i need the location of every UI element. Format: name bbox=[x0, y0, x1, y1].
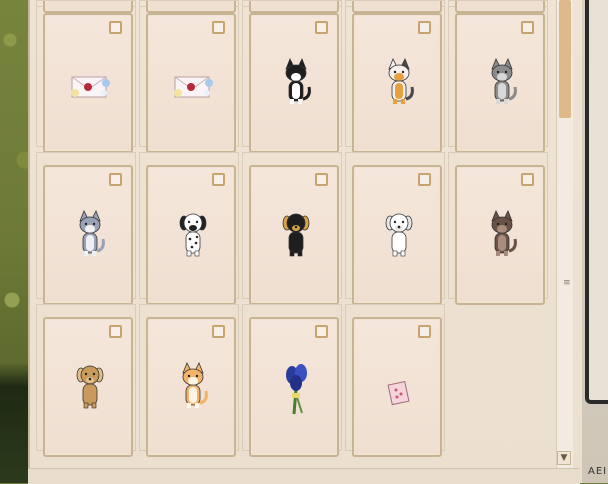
inventory-slot[interactable] bbox=[36, 304, 136, 457]
item-card[interactable] bbox=[43, 317, 133, 457]
inventory-slot[interactable] bbox=[36, 152, 136, 305]
inventory-slot[interactable] bbox=[242, 304, 342, 457]
orange-cat-icon bbox=[173, 359, 213, 419]
dalmatian-dog-icon bbox=[173, 207, 213, 267]
scroll-thumb[interactable] bbox=[559, 0, 571, 118]
scroll-grip-icon[interactable]: ≡ bbox=[563, 278, 571, 288]
inventory-slot[interactable] bbox=[345, 304, 445, 457]
tan-dog-icon bbox=[70, 359, 110, 419]
select-checkbox[interactable] bbox=[418, 21, 431, 34]
tabby-cat-icon bbox=[482, 55, 522, 115]
black-white-cat-icon bbox=[276, 55, 316, 115]
item-card[interactable] bbox=[352, 13, 442, 153]
item-card[interactable] bbox=[455, 13, 545, 153]
inventory-slot[interactable] bbox=[448, 152, 548, 305]
side-panel-label: AEI bbox=[588, 466, 608, 477]
inventory-slot[interactable] bbox=[139, 304, 239, 457]
side-panel-frame bbox=[585, 0, 608, 404]
inventory-slot[interactable] bbox=[139, 152, 239, 305]
inventory-slot[interactable] bbox=[139, 0, 239, 153]
select-checkbox[interactable] bbox=[315, 325, 328, 338]
scroll-down-button[interactable]: ▼ bbox=[557, 451, 571, 465]
letter-icon bbox=[70, 55, 110, 115]
select-checkbox[interactable] bbox=[521, 21, 534, 34]
calico-cat-icon bbox=[379, 55, 419, 115]
inventory-slot[interactable] bbox=[448, 0, 548, 153]
item-card[interactable] bbox=[249, 13, 339, 153]
item-card[interactable] bbox=[249, 317, 339, 457]
inventory-slot[interactable] bbox=[36, 0, 136, 153]
item-card[interactable] bbox=[146, 13, 236, 153]
black-tan-dog-icon bbox=[276, 207, 316, 267]
pink-card-icon bbox=[379, 359, 419, 419]
inventory-slot[interactable] bbox=[242, 0, 342, 153]
inventory-slot[interactable] bbox=[345, 152, 445, 305]
select-checkbox[interactable] bbox=[315, 21, 328, 34]
select-checkbox[interactable] bbox=[212, 173, 225, 186]
select-checkbox[interactable] bbox=[109, 325, 122, 338]
item-card[interactable] bbox=[249, 165, 339, 305]
select-checkbox[interactable] bbox=[521, 173, 534, 186]
white-poodle-icon bbox=[379, 207, 419, 267]
blue-flower-bouquet-icon bbox=[276, 359, 316, 419]
item-card[interactable] bbox=[146, 165, 236, 305]
letter-icon bbox=[173, 55, 213, 115]
select-checkbox[interactable] bbox=[109, 21, 122, 34]
select-checkbox[interactable] bbox=[109, 173, 122, 186]
select-checkbox[interactable] bbox=[418, 325, 431, 338]
item-card[interactable] bbox=[352, 317, 442, 457]
item-card[interactable] bbox=[43, 13, 133, 153]
inventory-slot[interactable] bbox=[345, 0, 445, 153]
item-card[interactable] bbox=[455, 165, 545, 305]
brown-cat-icon bbox=[482, 207, 522, 267]
select-checkbox[interactable] bbox=[418, 173, 431, 186]
item-card[interactable] bbox=[146, 317, 236, 457]
inventory-scrollbar[interactable] bbox=[556, 0, 573, 468]
item-card[interactable] bbox=[352, 165, 442, 305]
inventory-slot[interactable] bbox=[242, 152, 342, 305]
select-checkbox[interactable] bbox=[315, 173, 328, 186]
select-checkbox[interactable] bbox=[212, 325, 225, 338]
gray-white-cat-icon bbox=[70, 207, 110, 267]
item-card[interactable] bbox=[43, 165, 133, 305]
select-checkbox[interactable] bbox=[212, 21, 225, 34]
inventory-window bbox=[28, 0, 582, 483]
window-bottom-strip bbox=[28, 468, 580, 484]
